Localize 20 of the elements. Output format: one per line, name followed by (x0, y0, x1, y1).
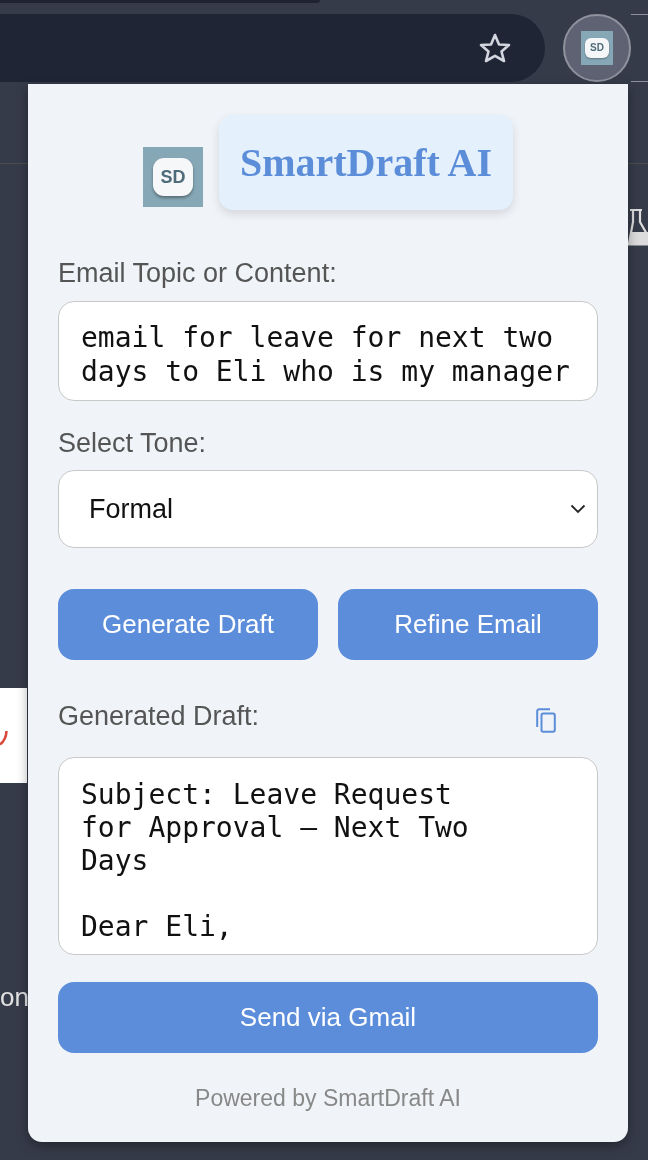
logo-monogram: SD (585, 38, 609, 58)
tone-label: Select Tone: (58, 428, 208, 459)
footer-text: Powered by SmartDraft AI (195, 1085, 461, 1111)
chevron-down-icon (570, 504, 586, 514)
topic-label: Email Topic or Content: (58, 258, 338, 289)
bookmark-star-icon[interactable] (479, 33, 511, 63)
action-button[interactable]: Generate Draft (58, 589, 318, 660)
curve-icon (0, 730, 8, 746)
page-text: on (0, 982, 29, 1013)
app-title: SmartDraft AI (218, 115, 514, 210)
action-button[interactable]: Refine Email (338, 589, 598, 660)
copy-icon[interactable] (536, 708, 556, 733)
draft-label: Generated Draft: (58, 701, 260, 732)
toolbar-button[interactable] (631, 14, 648, 82)
draft-textarea[interactable]: Subject: Leave Request for Approval – Next Two Days Dear Eli, (58, 757, 598, 955)
topic-input[interactable]: email for leave for next two days to Eli who is my manager (58, 301, 598, 401)
extension-button[interactable]: SD (563, 14, 631, 82)
logo-monogram: SD (152, 158, 193, 196)
tone-select[interactable]: Formal (58, 470, 598, 548)
send-button[interactable]: Send via Gmail (58, 982, 598, 1053)
